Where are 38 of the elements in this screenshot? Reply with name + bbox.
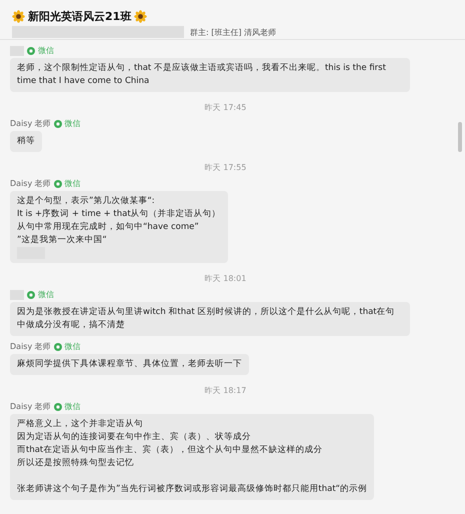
wechat-icon bbox=[54, 120, 62, 128]
timestamp: 昨天 18:01 bbox=[204, 274, 246, 284]
message-text: ”这是我第一次来中国“ bbox=[17, 234, 108, 247]
message-text: It is +序数词 + time + that从句（并非定语从句） bbox=[17, 208, 221, 221]
wechat-icon bbox=[27, 290, 35, 298]
sunflower-icon bbox=[134, 10, 148, 23]
group-owner: 群主: [班主任] 清风老师 bbox=[190, 26, 276, 38]
wechat-icon bbox=[27, 46, 35, 54]
message-text: 老师，这个限制性定语从句，that 不是应该做主语或宾语吗，我看不出来呢。this is the first time that I have come to China bbox=[17, 62, 387, 88]
wechat-tag: 微信 bbox=[64, 341, 81, 352]
wechat-tag: 微信 bbox=[38, 289, 54, 300]
message-text: 从句中常用现在完成时，如句中“have come” bbox=[17, 221, 200, 234]
message-text: 张老师讲这个句子是作为”当先行词被序数词或形容词最高级修饰时都只能用that“的示例 bbox=[17, 483, 368, 496]
message-text: 这是个句型，表示”第几次做某事“: bbox=[17, 195, 156, 208]
wechat-icon bbox=[54, 180, 62, 188]
sunflower-icon bbox=[12, 10, 25, 23]
message-text: 因为是张教授在讲定语从句里讲witch 和that 区别时候讲的，所以这个是什么从句呢，that在句中做成分没有呢，搞不清楚 bbox=[17, 306, 396, 332]
group-title: 新阳光英语风云21班 bbox=[28, 9, 132, 24]
message-text: 因为定语从句的连接词要在句中作主、宾（表）、状等成分 bbox=[17, 431, 252, 444]
sender-name: Daisy 老师 bbox=[10, 178, 51, 189]
message-text: 麻烦同学提供下具体课程章节、具体位置，老师去听一下 bbox=[17, 358, 242, 371]
timestamp: 昨天 17:45 bbox=[204, 103, 246, 113]
sender-name: Daisy 老师 bbox=[10, 118, 51, 129]
message-text: 而that在定语从句中应当作主、宾（表），但这个从句中显然不缺这样的成分 bbox=[17, 444, 324, 457]
sender-name: Daisy 老师 bbox=[10, 341, 51, 352]
sender-name: Daisy 老师 bbox=[10, 401, 51, 412]
wechat-tag: 微信 bbox=[38, 45, 54, 56]
timestamp: 昨天 17:55 bbox=[204, 163, 246, 173]
wechat-tag: 微信 bbox=[64, 118, 81, 129]
message-text: 稍等 bbox=[17, 135, 35, 148]
message-text: 所以还是按照特殊句型去记忆 bbox=[17, 457, 135, 470]
wechat-icon bbox=[54, 342, 62, 350]
message-text: 严格意义上，这个并非定语从句 bbox=[17, 418, 144, 431]
wechat-icon bbox=[54, 402, 62, 410]
wechat-tag: 微信 bbox=[64, 178, 81, 189]
wechat-tag: 微信 bbox=[64, 401, 81, 412]
scrollbar[interactable] bbox=[458, 122, 462, 152]
timestamp: 昨天 18:17 bbox=[204, 386, 246, 396]
